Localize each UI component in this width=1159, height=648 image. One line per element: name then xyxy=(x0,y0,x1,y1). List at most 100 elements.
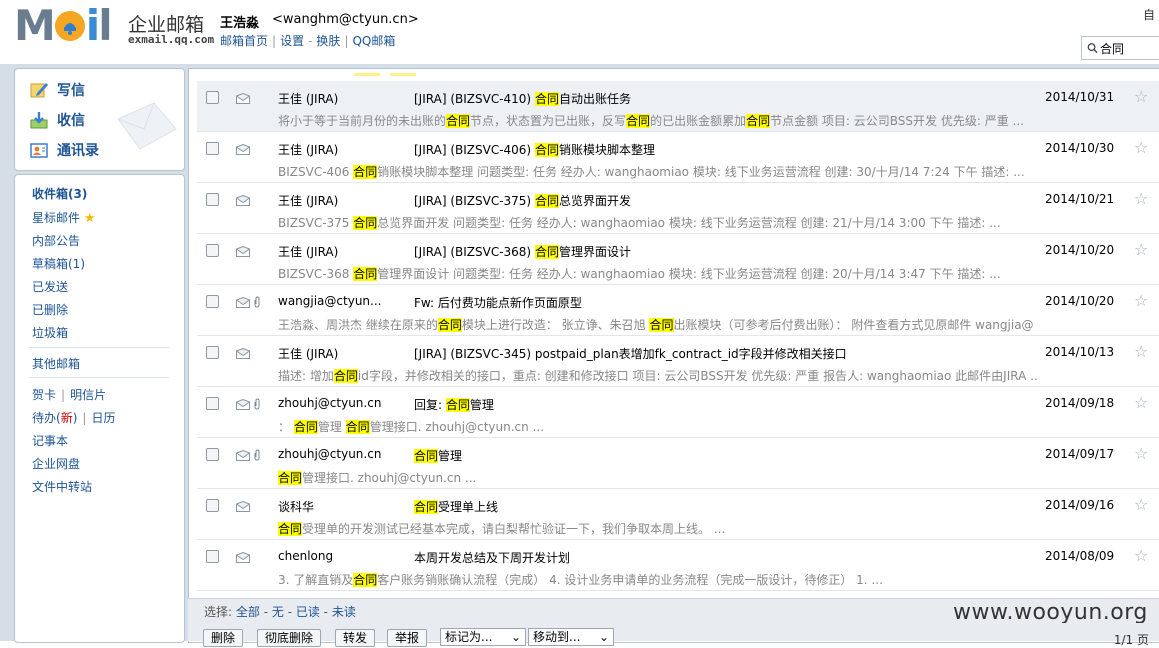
folder-starred[interactable]: 星标邮件 ★ xyxy=(32,209,96,226)
folder-todo[interactable]: 待办(新) xyxy=(32,411,77,425)
top-bar: M i l 企业邮箱 exmail.qq.com 王浩淼 <wanghm@cty… xyxy=(0,0,1159,66)
mail-row[interactable]: 王佳 (JIRA) [JIRA] (BIZSVC-406) 合同销账模块脚本整理 2… xyxy=(197,132,1159,183)
folder-deleted[interactable]: 已删除 xyxy=(32,301,68,318)
mail-date: 2014/10/13 xyxy=(1045,345,1115,359)
mail-date: 2014/09/16 xyxy=(1045,498,1115,512)
search-highlight: 合同 xyxy=(414,500,439,514)
star-toggle-icon[interactable]: ☆ xyxy=(1134,393,1148,412)
mail-row[interactable]: zhouhj@ctyun.cn 合同管理 2014/09/17 ☆ 合同管理接口. zh… xyxy=(197,438,1159,489)
select-unread[interactable]: 未读 xyxy=(332,605,356,619)
mail-subject[interactable]: [JIRA] (BIZSVC-345) postpaid_plan表增加fk_c… xyxy=(414,345,847,362)
folder-transfer[interactable]: 文件中转站 xyxy=(32,478,92,495)
mail-subject[interactable]: 本周开发总结及下周开发计划 xyxy=(414,549,570,566)
contacts-button[interactable]: 通讯录 xyxy=(29,136,99,164)
mail-row[interactable]: zhouhj@ctyun.cn 回复: 合同管理 2014/09/18 ☆： 合同管理… xyxy=(197,387,1159,438)
folder-other[interactable]: 其他邮箱 xyxy=(32,355,80,372)
purge-button[interactable]: 彻底删除 xyxy=(257,629,322,647)
mail-subject[interactable]: 回复: 合同管理 xyxy=(414,396,494,413)
folder-cards[interactable]: 贺卡 xyxy=(32,388,56,402)
mail-checkbox[interactable] xyxy=(206,193,219,206)
compose-panel: 写信 收信 通讯录 xyxy=(14,68,185,171)
contacts-icon xyxy=(30,143,48,158)
mail-date: 2014/08/09 xyxy=(1045,549,1115,563)
mail-read-icon xyxy=(235,92,251,107)
mail-checkbox[interactable] xyxy=(206,91,219,104)
text-segment: 受理单上线 xyxy=(438,500,499,514)
mail-subject[interactable]: 合同受理单上线 xyxy=(414,498,498,515)
folder-spam[interactable]: 垃圾箱 xyxy=(32,324,68,341)
star-icon: ★ xyxy=(83,211,96,226)
link-qq-mail[interactable]: QQ邮箱 xyxy=(352,34,395,48)
star-toggle-icon[interactable]: ☆ xyxy=(1134,444,1148,463)
exmail-logo[interactable]: M i l xyxy=(14,5,113,47)
folder-postcards[interactable]: 明信片 xyxy=(70,388,106,402)
move-to-label: 移动到... xyxy=(533,630,581,644)
link-skin[interactable]: 换肤 xyxy=(316,34,340,48)
folder-inbox[interactable]: 收件箱(3) xyxy=(32,185,87,202)
mail-sender: 王佳 (JIRA) xyxy=(278,194,339,208)
star-toggle-icon[interactable]: ☆ xyxy=(1134,546,1148,565)
receive-mail-button[interactable]: 收信 xyxy=(29,106,85,134)
folder-internal[interactable]: 内部公告 xyxy=(32,232,80,249)
mail-sender: chenlong xyxy=(278,549,334,563)
search-input[interactable] xyxy=(1098,41,1159,55)
delete-button[interactable]: 删除 xyxy=(203,629,244,647)
corner-text[interactable]: 自 xyxy=(1143,6,1155,23)
mail-row[interactable]: chenlong 本周开发总结及下周开发计划 2014/08/09 ☆ 3. 了解直销及… xyxy=(197,540,1159,591)
write-icon xyxy=(30,83,48,98)
folder-drafts[interactable]: 草稿箱(1) xyxy=(32,255,85,272)
mail-preview: 将小于等于当前月份的未出账的合同节点，状态置为已出账，反写合同的已出账金额累加合… xyxy=(278,112,1038,129)
page-indicator: 1/1 页 xyxy=(1113,633,1149,647)
mail-checkbox[interactable] xyxy=(206,448,219,461)
select-none[interactable]: 无 xyxy=(272,605,284,619)
select-label: 选择: xyxy=(204,605,233,619)
mail-read-icon xyxy=(235,449,251,464)
mail-sender: 王佳 (JIRA) xyxy=(278,347,339,361)
star-toggle-icon[interactable]: ☆ xyxy=(1134,138,1148,157)
folder-notes[interactable]: 记事本 xyxy=(32,432,68,449)
text-segment: 管理 xyxy=(469,398,494,412)
text-segment: ： xyxy=(278,420,294,434)
link-settings[interactable]: 设置 xyxy=(280,34,304,48)
write-mail-button[interactable]: 写信 xyxy=(29,76,85,104)
star-toggle-icon[interactable]: ☆ xyxy=(1134,240,1148,259)
star-toggle-icon[interactable]: ☆ xyxy=(1134,189,1148,208)
forward-button[interactable]: 转发 xyxy=(335,629,376,647)
star-toggle-icon[interactable]: ☆ xyxy=(1134,342,1148,361)
mail-row[interactable]: 王佳 (JIRA) [JIRA] (BIZSVC-368) 合同管理界面设计 201… xyxy=(197,234,1159,285)
select-all[interactable]: 全部 xyxy=(236,605,260,619)
folder-calendar[interactable]: 日历 xyxy=(91,411,115,425)
mail-subject[interactable]: [JIRA] (BIZSVC-406) 合同销账模块脚本整理 xyxy=(414,141,655,158)
mail-subject[interactable]: [JIRA] (BIZSVC-410) 合同自动出账任务 xyxy=(414,90,631,107)
star-toggle-icon[interactable]: ☆ xyxy=(1134,87,1148,106)
folder-netdisk[interactable]: 企业网盘 xyxy=(32,455,80,472)
mail-checkbox[interactable] xyxy=(206,397,219,410)
mail-checkbox[interactable] xyxy=(206,244,219,257)
mail-row[interactable]: 王佳 (JIRA) [JIRA] (BIZSVC-410) 合同自动出账任务 201… xyxy=(197,81,1159,132)
star-toggle-icon[interactable]: ☆ xyxy=(1134,495,1148,514)
mail-checkbox[interactable] xyxy=(206,346,219,359)
mail-row[interactable]: 谈科华 合同受理单上线 2014/09/16 ☆ 合同受理单的开发测试已经基本完成，请白… xyxy=(197,489,1159,540)
mail-checkbox[interactable] xyxy=(206,550,219,563)
search-box[interactable] xyxy=(1081,36,1159,60)
mail-checkbox[interactable] xyxy=(206,295,219,308)
folder-sent[interactable]: 已发送 xyxy=(32,278,68,295)
mail-sender: 王佳 (JIRA) xyxy=(278,92,339,106)
move-to-select[interactable]: 移动到... ⌄ xyxy=(528,628,614,646)
star-toggle-icon[interactable]: ☆ xyxy=(1134,291,1148,310)
highlight-mark xyxy=(390,73,416,76)
mark-as-select[interactable]: 标记为... ⌄ xyxy=(440,628,526,646)
mail-subject[interactable]: 合同管理 xyxy=(414,447,462,464)
mail-checkbox[interactable] xyxy=(206,499,219,512)
mail-subject[interactable]: Fw: 后付费功能点新作页面原型 xyxy=(414,294,582,311)
mail-subject[interactable]: [JIRA] (BIZSVC-375) 合同总览界面开发 xyxy=(414,192,631,209)
report-button[interactable]: 举报 xyxy=(387,629,428,647)
mail-row[interactable]: wangjia@ctyun... Fw: 后付费功能点新作页面原型 2014/10/… xyxy=(197,285,1159,336)
mail-checkbox[interactable] xyxy=(206,142,219,155)
link-mail-home[interactable]: 邮箱首页 xyxy=(220,34,268,48)
select-read[interactable]: 已读 xyxy=(296,605,320,619)
mail-subject[interactable]: [JIRA] (BIZSVC-368) 合同管理界面设计 xyxy=(414,243,631,260)
text-segment: 管理界面设计 xyxy=(558,245,631,259)
mail-row[interactable]: 王佳 (JIRA) [JIRA] (BIZSVC-375) 合同总览界面开发 201… xyxy=(197,183,1159,234)
mail-row[interactable]: 王佳 (JIRA) [JIRA] (BIZSVC-345) postpaid_pl… xyxy=(197,336,1159,387)
